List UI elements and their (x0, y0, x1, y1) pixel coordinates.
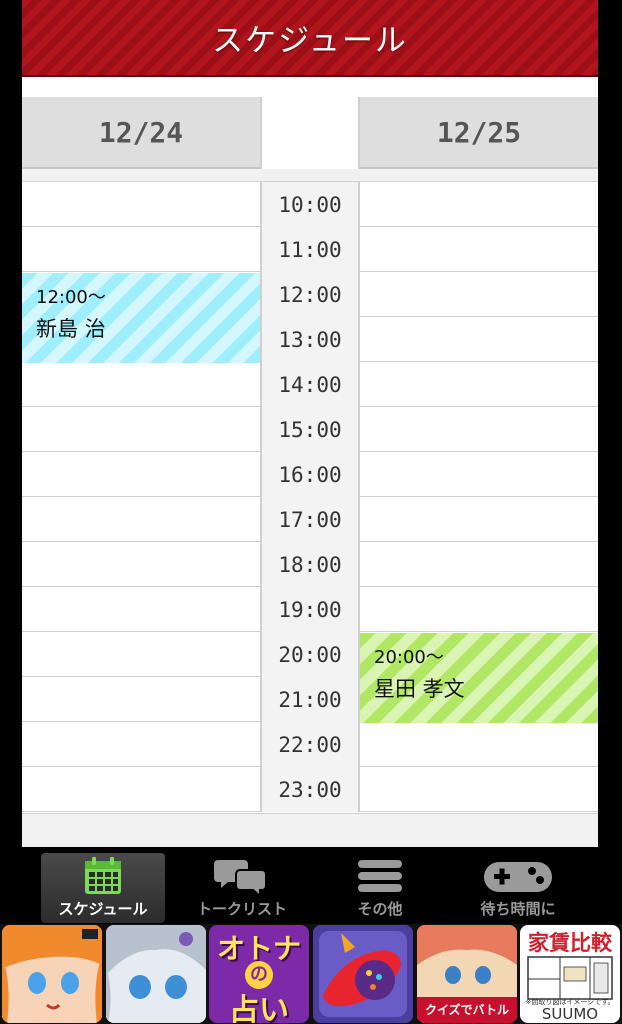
slot-right[interactable] (360, 407, 598, 452)
slot-right[interactable] (360, 722, 598, 767)
ad-text: 占い (229, 993, 289, 1023)
ad-app-2[interactable] (106, 925, 206, 1023)
ad-text: SUUMO (541, 1005, 599, 1023)
slot-left[interactable] (22, 452, 260, 497)
time-column-header (260, 97, 360, 169)
time-label: 23:00 (260, 767, 360, 812)
event-name: 星田 孝文 (374, 677, 465, 701)
slot-right[interactable] (360, 497, 598, 542)
time-row: 23:00 (22, 767, 598, 812)
header-divider (22, 169, 598, 182)
calendar-icon (85, 857, 121, 894)
gamepad-icon (484, 862, 552, 892)
time-label: 12:00 (260, 272, 360, 317)
time-row: 18:00 (22, 542, 598, 587)
time-label: 20:00 (260, 632, 360, 677)
slot-left[interactable] (22, 542, 260, 587)
ad-app-5[interactable]: クイズでバトル (417, 925, 517, 1023)
slot-right[interactable] (360, 542, 598, 587)
slot-right[interactable] (360, 227, 598, 272)
tab-label: その他 (357, 900, 403, 918)
slot-left[interactable] (22, 497, 260, 542)
ad-title: 家賃比較 (528, 931, 612, 955)
event-name: 新島 治 (36, 317, 106, 341)
event-card-left[interactable]: 12:00～ 新島 治 (22, 273, 260, 363)
time-label: 21:00 (260, 677, 360, 722)
slot-left[interactable] (22, 407, 260, 452)
slot-right[interactable] (360, 767, 598, 812)
time-label: 18:00 (260, 542, 360, 587)
ad-app-6[interactable]: 家賃比較 ※間取り図はイメージです。 SUUMO (520, 925, 620, 1023)
slot-right[interactable] (360, 182, 598, 227)
slot-left[interactable] (22, 182, 260, 227)
bottom-tab-bar: スケジュール トークリスト その他 待ち時間に (0, 847, 622, 924)
time-row: 14:00 (22, 362, 598, 407)
ad-app-3[interactable]: オトナ の 占い (209, 925, 309, 1023)
tab-while-waiting[interactable]: 待ち時間に (456, 853, 580, 923)
tab-label: スケジュール (58, 900, 148, 918)
slot-right[interactable] (360, 272, 598, 317)
time-label: 22:00 (260, 722, 360, 767)
event-time: 20:00～ (374, 647, 444, 668)
slot-left[interactable] (22, 227, 260, 272)
time-row: 15:00 (22, 407, 598, 452)
date-header-right: 12/25 (360, 97, 598, 169)
time-row: 10:00 (22, 182, 598, 227)
time-label: 17:00 (260, 497, 360, 542)
time-label: 15:00 (260, 407, 360, 452)
time-row: 16:00 (22, 452, 598, 497)
time-label: 10:00 (260, 182, 360, 227)
slot-left[interactable] (22, 632, 260, 677)
slot-right[interactable] (360, 362, 598, 407)
page-title: スケジュール (212, 23, 408, 59)
slot-right[interactable] (360, 317, 598, 362)
tab-label: トークリスト (196, 900, 287, 918)
menu-icon (358, 860, 402, 892)
chat-icon (214, 860, 267, 896)
slot-right[interactable] (360, 452, 598, 497)
ad-banner-row: オトナ の 占い クイズでバトル 家賃比較 ※間取り図はイメージです。 SUUM… (0, 924, 622, 1024)
time-label: 13:00 (260, 317, 360, 362)
schedule-panel: 12/24 12/25 10:00 11:00 12:00 13:00 14:0… (22, 77, 598, 847)
grid-footer (22, 813, 598, 847)
tab-schedule[interactable]: スケジュール (41, 853, 165, 923)
ad-app-1[interactable] (2, 925, 102, 1023)
anime-girl-silver-app-icon (106, 925, 206, 1023)
app-header: スケジュール (22, 0, 598, 77)
schedule-grid: 10:00 11:00 12:00 13:00 14:00 15:00 16:0… (22, 182, 598, 813)
slot-right[interactable] (360, 587, 598, 632)
time-row: 19:00 (22, 587, 598, 632)
time-label: 19:00 (260, 587, 360, 632)
time-row: 22:00 (22, 722, 598, 767)
floorplan-icon (527, 956, 613, 1000)
anime-girl-orange-app-icon (2, 925, 102, 1023)
time-row: 17:00 (22, 497, 598, 542)
event-card-right[interactable]: 20:00～ 星田 孝文 (360, 633, 598, 723)
tab-other[interactable]: その他 (318, 853, 442, 923)
time-label: 11:00 (260, 227, 360, 272)
date-header-left: 12/24 (22, 97, 260, 169)
ad-app-4[interactable] (313, 925, 413, 1023)
tab-label: 待ち時間に (480, 900, 556, 918)
tab-talk-list[interactable]: トークリスト (180, 853, 304, 923)
slot-left[interactable] (22, 677, 260, 722)
event-time: 12:00～ (36, 287, 106, 308)
slot-left[interactable] (22, 767, 260, 812)
time-label: 16:00 (260, 452, 360, 497)
candy-app-icon (313, 925, 413, 1023)
slot-left[interactable] (22, 722, 260, 767)
time-label: 14:00 (260, 362, 360, 407)
ad-text: クイズでバトル (424, 1003, 509, 1017)
time-row: 11:00 (22, 227, 598, 272)
slot-left[interactable] (22, 587, 260, 632)
slot-left[interactable] (22, 362, 260, 407)
